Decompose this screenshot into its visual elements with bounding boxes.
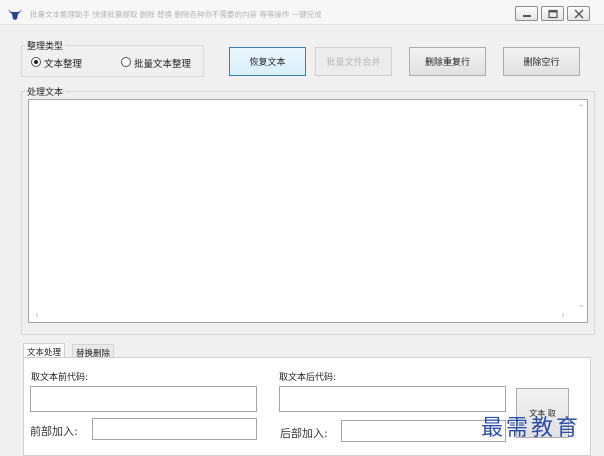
- delete-empty-lines-button[interactable]: 删除空行: [503, 47, 580, 76]
- tab-text-processing[interactable]: 文本处理: [23, 343, 66, 358]
- tab-replace-delete[interactable]: 替换删除: [72, 344, 115, 359]
- scroll-right-arrow-icon[interactable]: ›: [561, 310, 565, 321]
- organize-type-title: 整理类型: [25, 39, 66, 52]
- suffix-code-label: 取文本后代码:: [279, 373, 337, 383]
- front-add-label: 前部加入:: [30, 425, 78, 438]
- processing-title: 处理文本: [25, 85, 66, 98]
- radio-text-organize[interactable]: [31, 57, 41, 67]
- restore-icon: [548, 9, 558, 19]
- scroll-up-arrow-icon[interactable]: ⌃: [577, 104, 585, 114]
- scroll-left-arrow-icon[interactable]: ‹: [35, 310, 39, 321]
- minimize-button[interactable]: [515, 6, 538, 21]
- restore-button[interactable]: [541, 6, 564, 21]
- merge-files-button[interactable]: 批量文件合并: [315, 47, 392, 76]
- suffix-code-input[interactable]: [279, 386, 506, 412]
- processing-text-area[interactable]: ⌃ ⌄ ‹ ›: [28, 99, 588, 323]
- restore-text-button[interactable]: 恢复文本: [229, 47, 306, 76]
- prefix-code-input[interactable]: [30, 386, 257, 412]
- radio-batch-text-organize[interactable]: [121, 57, 131, 67]
- window-title: 批量文本整理助手 快速批量提取 删除 替换 删除各种你不需要的内容 等等操作 一…: [30, 10, 322, 19]
- delete-duplicate-lines-button[interactable]: 删除重复行: [409, 47, 486, 76]
- close-icon: [574, 9, 584, 19]
- minimize-icon: [523, 15, 531, 17]
- radio-text-organize-label[interactable]: 文本整理: [44, 56, 82, 70]
- front-add-input[interactable]: [92, 418, 257, 440]
- scroll-down-arrow-icon[interactable]: ⌄: [577, 300, 585, 310]
- close-button[interactable]: [567, 6, 590, 21]
- prefix-code-label: 取文本前代码:: [31, 373, 89, 383]
- back-add-label: 后部加入:: [280, 427, 328, 440]
- title-bar: 批量文本整理助手 快速批量提取 删除 替换 删除各种你不需要的内容 等等操作 一…: [0, 0, 604, 25]
- watermark-text: 最需教育: [481, 416, 582, 441]
- bull-logo-icon: [8, 9, 22, 20]
- radio-batch-text-organize-label[interactable]: 批量文本整理: [134, 56, 191, 70]
